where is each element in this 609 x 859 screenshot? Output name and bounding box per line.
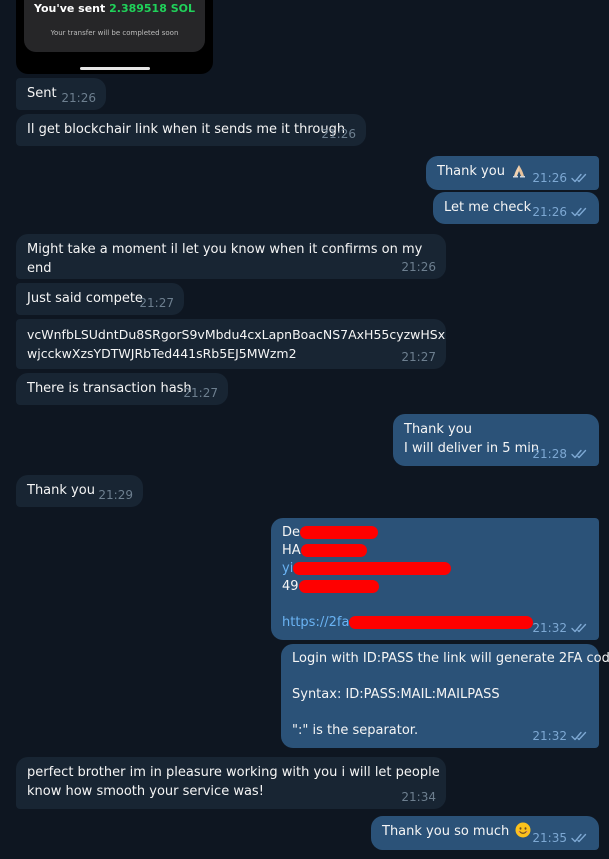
message-meta: 21:28	[532, 447, 589, 461]
message-text: There is transaction hash	[27, 381, 192, 396]
message-text: Il get blockchair link when it sends me …	[27, 122, 346, 137]
double-check-icon	[571, 207, 589, 217]
credential-line[interactable]: yi	[282, 560, 588, 578]
message-time: 21:26	[321, 127, 356, 141]
message-incoming[interactable]: Just said compete 21:27	[16, 283, 184, 315]
message-time: 21:26	[532, 205, 567, 219]
message-outgoing[interactable]: De HA yi 49 https://2fa 21:32	[271, 518, 599, 640]
message-time: 21:26	[532, 171, 567, 185]
message-time: 21:26	[61, 91, 96, 105]
message-meta: 21:26	[321, 127, 356, 141]
message-time: 21:27	[401, 350, 436, 364]
message-meta: 21:27	[401, 350, 436, 364]
redaction-mark	[349, 616, 534, 629]
message-time: 21:32	[532, 729, 567, 743]
transfer-card: You've sent 2.389518 SOL Your transfer w…	[24, 0, 205, 52]
message-outgoing[interactable]: Login with ID:PASS the link will generat…	[281, 644, 609, 748]
message-outgoing[interactable]: Thank you so much 21:35	[371, 816, 599, 850]
message-meta: 21:26	[532, 171, 589, 185]
double-check-icon	[571, 833, 589, 843]
message-text-line: Syntax: ID:PASS:MAIL:MAILPASS	[292, 687, 500, 702]
message-time: 21:32	[532, 621, 567, 635]
home-indicator	[80, 67, 150, 70]
message-text-line: vcWnfbLSUdntDu8SRgorS9vMbdu4cxLapnBoacNS…	[27, 327, 446, 342]
message-text: Might take a moment il let you know when…	[27, 242, 423, 276]
message-text: HA	[282, 543, 301, 558]
double-check-icon	[571, 623, 589, 633]
transfer-screenshot[interactable]: You've sent 2.389518 SOL Your transfer w…	[16, 0, 213, 74]
message-text: Thank you	[27, 483, 95, 498]
double-check-icon	[571, 449, 589, 459]
message-incoming[interactable]: perfect brother im in pleasure working w…	[16, 757, 446, 809]
message-incoming[interactable]: Might take a moment il let you know when…	[16, 234, 446, 279]
message-time: 21:35	[532, 831, 567, 845]
message-incoming[interactable]: Sent 21:26	[16, 78, 106, 110]
message-text: Just said compete	[27, 291, 143, 306]
message-time: 21:26	[401, 260, 436, 274]
message-meta: 21:26	[61, 91, 96, 105]
credential-line: De	[282, 524, 588, 542]
redaction-mark	[300, 526, 379, 539]
message-incoming[interactable]: Thank you 21:29	[16, 475, 143, 507]
transfer-title: You've sent 2.389518 SOL	[24, 2, 205, 15]
message-outgoing[interactable]: Thank you 21:26	[426, 156, 599, 190]
message-time: 21:27	[139, 296, 174, 310]
message-outgoing[interactable]: Thank you I will deliver in 5 min 21:28	[393, 414, 599, 466]
message-text: Thank you so much	[382, 824, 510, 839]
message-meta: 21:27	[139, 296, 174, 310]
redaction-mark	[293, 562, 452, 575]
message-meta: 21:32	[532, 729, 589, 743]
message-text-line: Login with ID:PASS the link will generat…	[292, 651, 609, 666]
redaction-mark	[298, 580, 379, 593]
message-text-line: Thank you	[404, 422, 472, 437]
message-meta: 21:29	[98, 488, 133, 502]
transfer-amount: 2.389518 SOL	[109, 2, 195, 15]
message-text-line: perfect brother im in pleasure working w…	[27, 765, 440, 780]
redaction-mark	[300, 544, 367, 557]
message-text-line: wjcckwXzsYDTWJRbTed441sRb5EJ5MWzm2	[27, 346, 297, 361]
message-meta: 21:27	[183, 386, 218, 400]
double-check-icon	[571, 731, 589, 741]
message-text: Sent	[27, 86, 57, 101]
message-meta: 21:26	[532, 205, 589, 219]
transfer-title-prefix: You've sent	[34, 2, 110, 15]
message-text-line: know how smooth your service was!	[27, 784, 264, 799]
message-time: 21:34	[401, 790, 436, 804]
message-text: Let me check	[444, 200, 532, 215]
message-meta: 21:26	[401, 260, 436, 274]
message-meta: 21:34	[401, 790, 436, 804]
message-time: 21:29	[98, 488, 133, 502]
credential-line: HA	[282, 542, 588, 560]
smiling-face-icon	[515, 822, 531, 838]
message-text: Thank you	[437, 164, 505, 179]
message-link-text[interactable]: yi	[282, 561, 293, 576]
message-time: 21:27	[183, 386, 218, 400]
message-meta: 21:35	[532, 831, 589, 845]
message-text: De	[282, 525, 301, 540]
message-incoming[interactable]: There is transaction hash 21:27	[16, 373, 228, 405]
message-incoming[interactable]: Il get blockchair link when it sends me …	[16, 114, 366, 146]
message-meta: 21:32	[532, 621, 589, 635]
message-outgoing[interactable]: Let me check 21:26	[433, 192, 599, 224]
credential-line: 49	[282, 578, 588, 596]
message-time: 21:28	[532, 447, 567, 461]
folded-hands-icon	[513, 165, 526, 178]
transfer-subtitle: Your transfer will be completed soon	[50, 29, 179, 37]
double-check-icon	[571, 173, 589, 183]
message-text: 49	[282, 579, 299, 594]
message-link[interactable]: https://2fa	[282, 615, 349, 630]
message-incoming[interactable]: vcWnfbLSUdntDu8SRgorS9vMbdu4cxLapnBoacNS…	[16, 319, 446, 369]
